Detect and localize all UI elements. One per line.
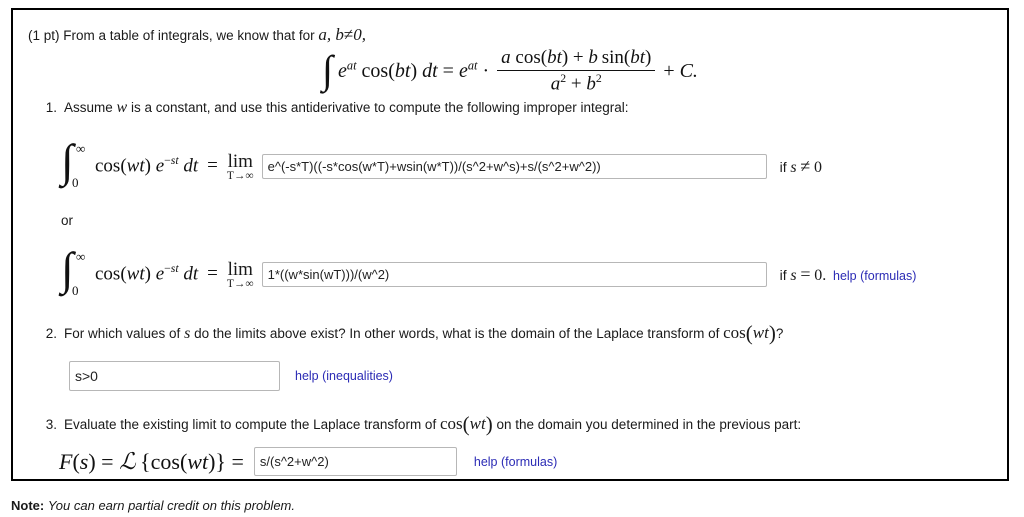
list-item-2-text-after: ? bbox=[775, 326, 784, 341]
integral-symbol-2: ∫ ∞ 0 bbox=[61, 243, 86, 298]
list-item-3: 3. Evaluate the existing limit to compute… bbox=[37, 412, 802, 436]
list-item-2-text-mid: do the limits above exist? In other word… bbox=[194, 326, 720, 341]
laplace-lhs-expression: F(s) = ℒ {cos(wt)} = bbox=[59, 448, 244, 474]
condition-symbol-1: ≠ bbox=[800, 155, 811, 176]
list-item-2-text-before: For which values of bbox=[64, 326, 181, 341]
fraction-numerator: a cos(bt) + b sin(bt) bbox=[497, 47, 656, 71]
note-line: Note: You can earn partial credit on thi… bbox=[11, 498, 295, 513]
condition-variable-2: s bbox=[790, 266, 797, 284]
integral-lower-limit-2: 0 bbox=[72, 283, 79, 298]
problem-intro-line: (1 pt) From a table of integrals, we kno… bbox=[28, 26, 366, 44]
integrand-1: cos(wt) e−st dt bbox=[95, 154, 199, 177]
condition-1: if s ≠ 0 bbox=[780, 156, 822, 177]
answer-input-2[interactable] bbox=[261, 261, 767, 287]
list-item-1: 1. Assume w is a constant, and use this a… bbox=[37, 99, 629, 117]
formula-dot: · bbox=[482, 59, 490, 82]
limit-operator-2: lim T→∞ bbox=[226, 259, 254, 291]
limit-operator-1: lim T→∞ bbox=[226, 151, 254, 183]
list-item-1-variable: w bbox=[116, 99, 128, 116]
list-item-1-number: 1. bbox=[45, 100, 57, 115]
help-formulas-link-1[interactable]: help (formulas) bbox=[833, 269, 916, 283]
condition-variable-1: s bbox=[790, 158, 797, 176]
integral-upper-limit-2: ∞ bbox=[76, 249, 86, 264]
intro-not-equal-symbol: ≠ bbox=[343, 25, 354, 44]
domain-answer-row: help (inequalities) bbox=[69, 361, 393, 391]
problem-page: (1 pt) From a table of integrals, we kno… bbox=[0, 0, 1024, 517]
condition-symbol-2: = bbox=[800, 263, 811, 284]
script-l-symbol: ℒ bbox=[119, 448, 136, 474]
limit-label-2: lim bbox=[227, 259, 253, 280]
note-label: Note: bbox=[11, 498, 45, 513]
equals-sign-2: = bbox=[207, 263, 218, 284]
intro-variables: a, b bbox=[318, 25, 344, 44]
condition-if-label-2: if bbox=[779, 266, 787, 283]
note-text: You can earn partial credit on this prob… bbox=[47, 498, 295, 513]
laplace-answer-input[interactable] bbox=[253, 447, 457, 476]
equals-sign-1: = bbox=[207, 155, 218, 176]
limit-subscript-2: T→∞ bbox=[226, 278, 254, 290]
help-inequalities-link[interactable]: help (inequalities) bbox=[295, 369, 393, 383]
condition-if-label-1: if bbox=[779, 158, 787, 175]
or-label: or bbox=[61, 213, 74, 228]
formula-integrand: eat cos(bt) dt bbox=[338, 58, 438, 82]
integral-expression-2: ∫ ∞ 0 cos(wt) e−st dt = bbox=[61, 243, 227, 298]
list-item-3-text-after: on the domain you determined in the prev… bbox=[496, 417, 802, 432]
integral-lower-limit-1: 0 bbox=[72, 175, 79, 190]
limit-label-1: lim bbox=[227, 151, 253, 172]
integral-upper-limit-1: ∞ bbox=[76, 141, 86, 156]
antiderivative-formula: ∫ eat cos(bt) dt = eat · a cos(bt) + b s… bbox=[322, 46, 698, 95]
intro-zero: 0, bbox=[353, 25, 367, 44]
formula-equals: = bbox=[442, 59, 454, 82]
list-item-2-number: 2. bbox=[45, 326, 57, 341]
intro-text: From a table of integrals, we know that … bbox=[63, 28, 315, 43]
points-label: (1 pt) bbox=[28, 28, 60, 43]
integral-symbol-1: ∫ ∞ 0 bbox=[61, 135, 86, 190]
condition-value-1: 0 bbox=[813, 158, 822, 176]
condition-value-2: 0. bbox=[814, 266, 827, 284]
integrand-2: cos(wt) e−st dt bbox=[95, 262, 199, 285]
domain-answer-input[interactable] bbox=[69, 361, 280, 391]
list-item-2-variable: s bbox=[184, 325, 191, 342]
integral-expression-1: ∫ ∞ 0 cos(wt) e−st dt = bbox=[61, 135, 227, 190]
formula-fraction: a cos(bt) + b sin(bt) a2 + b2 bbox=[497, 47, 656, 95]
formula-factor: eat bbox=[458, 58, 478, 82]
list-item-1-text-after: is a constant, and use this antiderivati… bbox=[130, 100, 629, 115]
problem-frame: (1 pt) From a table of integrals, we kno… bbox=[11, 8, 1009, 481]
laplace-answer-row: F(s) = ℒ {cos(wt)} = help (formulas) bbox=[59, 447, 557, 476]
list-item-1-text-before: Assume bbox=[64, 100, 113, 115]
list-item-3-text-before: Evaluate the existing limit to compute t… bbox=[64, 417, 437, 432]
list-item-2: 2. For which values of s do the limits ab… bbox=[37, 321, 784, 345]
answer-input-1[interactable] bbox=[261, 153, 767, 179]
list-item-3-number: 3. bbox=[45, 417, 57, 432]
limit-subscript-1: T→∞ bbox=[226, 170, 254, 182]
list-item-3-function: cos(wt) bbox=[439, 412, 493, 436]
integral-equation-row-2: ∫ ∞ 0 cos(wt) e−st dt = lim T→∞ if s = 0… bbox=[61, 243, 917, 298]
integral-equation-row-1: ∫ ∞ 0 cos(wt) e−st dt = lim T→∞ if s ≠ 0 bbox=[61, 135, 822, 190]
condition-2: if s = 0. help (formulas) bbox=[780, 264, 917, 285]
formula-plus-c: + C. bbox=[663, 59, 698, 82]
fraction-denominator: a2 + b2 bbox=[550, 72, 602, 95]
help-formulas-link-2[interactable]: help (formulas) bbox=[474, 455, 557, 469]
list-item-2-function: cos(wt) bbox=[723, 321, 776, 345]
